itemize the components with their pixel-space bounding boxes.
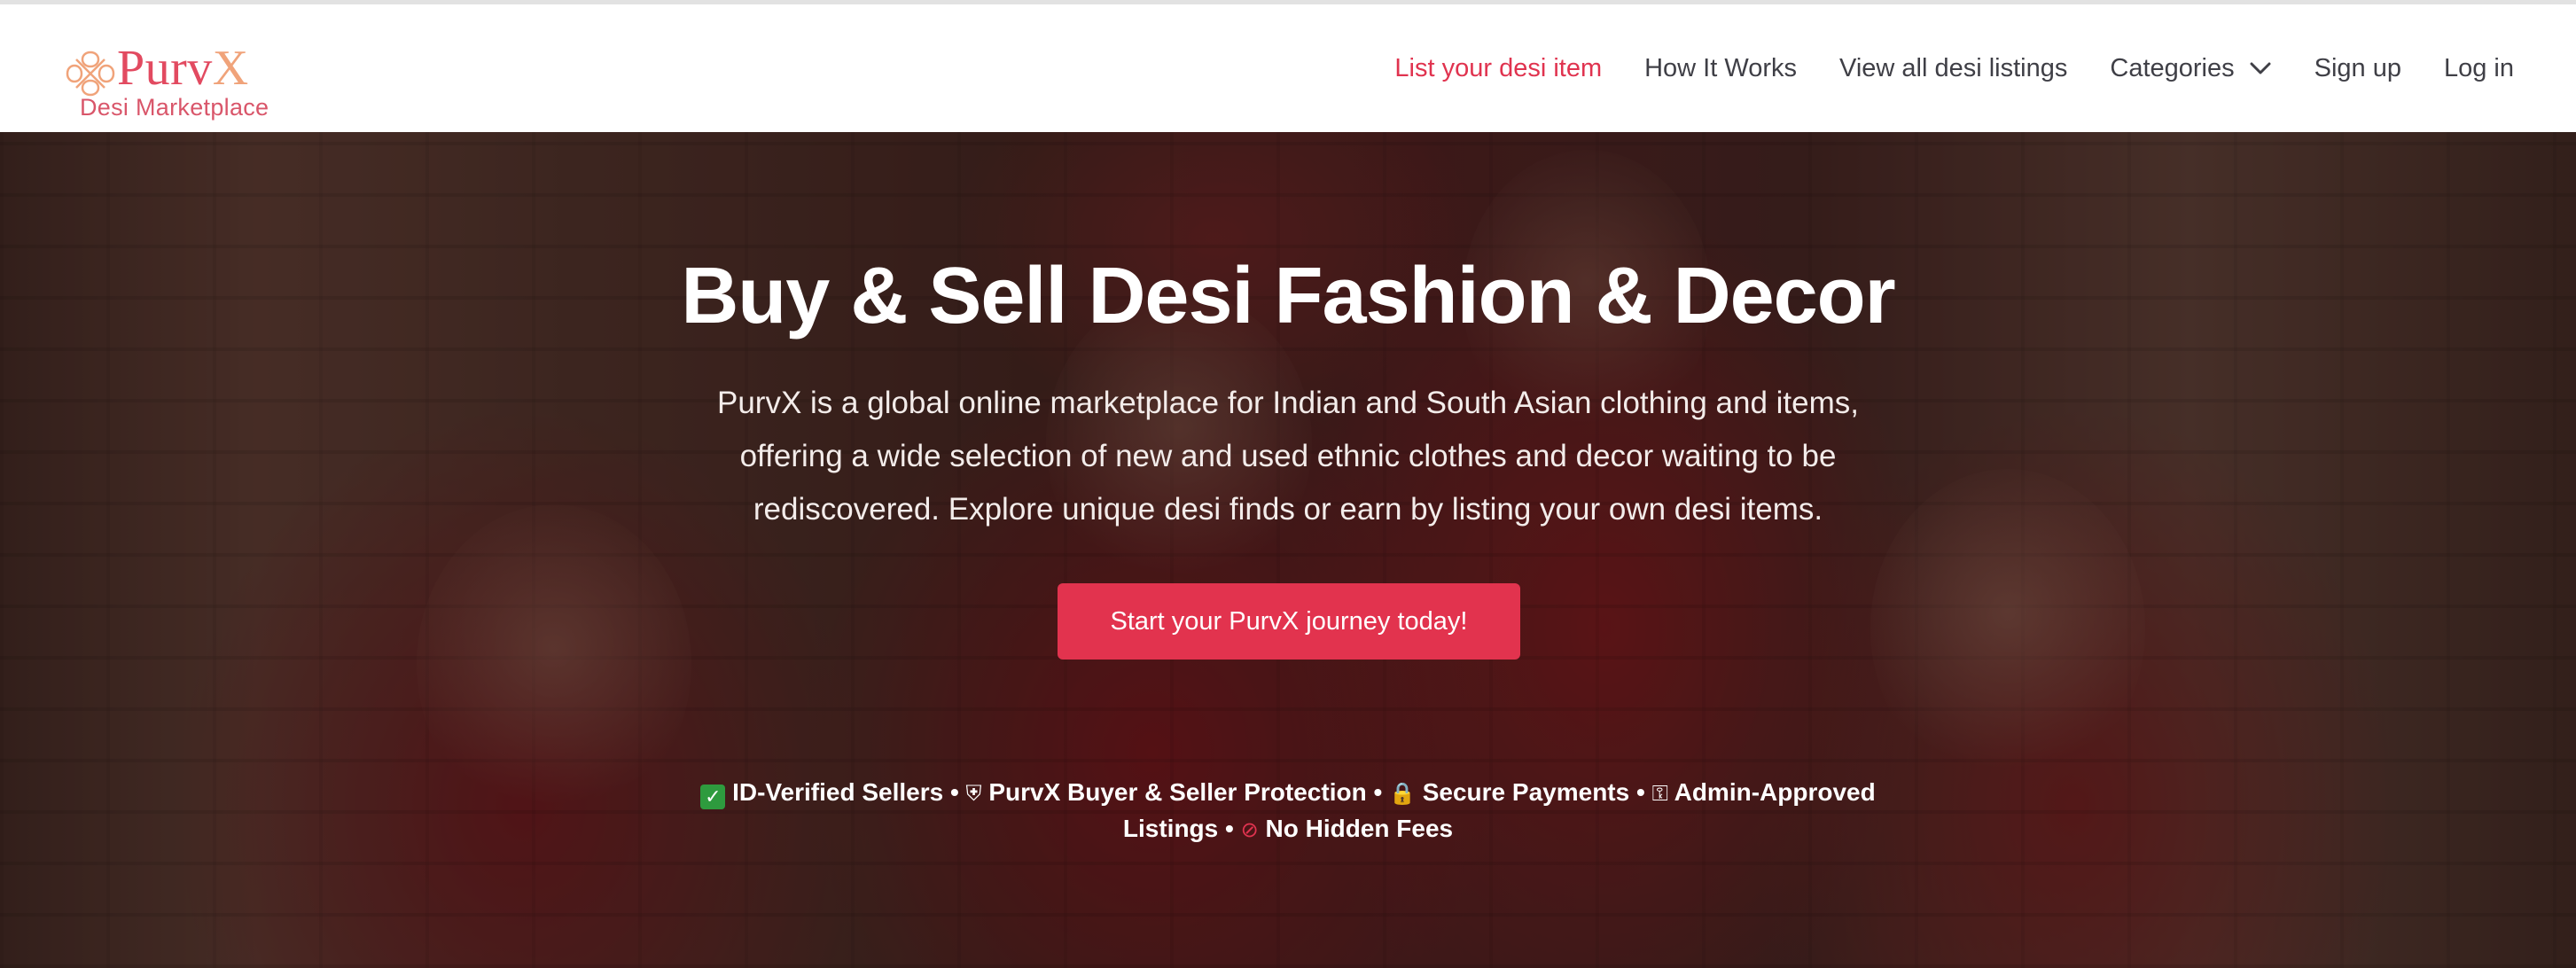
hero-title: Buy & Sell Desi Fashion & Decor xyxy=(681,252,1895,340)
logo[interactable]: PurvX Desi Marketplace xyxy=(62,24,293,120)
trust-badges: ✓ ID-Verified Sellers • ⛨ PurvX Buyer & … xyxy=(667,775,1909,847)
trust-fees: ⊘ No Hidden Fees xyxy=(1240,815,1454,842)
hero-content: Buy & Sell Desi Fashion & Decor PurvX is… xyxy=(0,132,2576,968)
trust-separator: • xyxy=(949,778,959,806)
shield-icon: ⛨ xyxy=(965,781,982,806)
logo-tagline: Desi Marketplace xyxy=(80,94,269,121)
knot-icon xyxy=(66,51,115,97)
nav-sign-up-link[interactable]: Sign up xyxy=(2314,54,2401,83)
trust-protection: ⛨ PurvX Buyer & Seller Protection xyxy=(965,778,1367,806)
navbar: PurvX Desi Marketplace List your desi it… xyxy=(0,4,2576,132)
key-icon: ⚿ xyxy=(1651,781,1668,806)
logo-wordmark: PurvX xyxy=(117,41,249,96)
nav-log-in-link[interactable]: Log in xyxy=(2444,54,2514,83)
nav-list-item-link[interactable]: List your desi item xyxy=(1394,54,1602,83)
chevron-down-icon xyxy=(2250,62,2271,74)
trust-separator: • xyxy=(1373,778,1383,806)
hero-section: Buy & Sell Desi Fashion & Decor PurvX is… xyxy=(0,132,2576,968)
prohibited-icon: ⊘ xyxy=(1240,817,1259,842)
trust-verified: ✓ ID-Verified Sellers xyxy=(700,778,943,809)
lock-icon: 🔒 xyxy=(1389,781,1416,806)
trust-payments: 🔒 Secure Payments xyxy=(1389,778,1630,806)
start-journey-button[interactable]: Start your PurvX journey today! xyxy=(1058,583,1520,660)
nav-how-it-works-link[interactable]: How It Works xyxy=(1644,54,1797,83)
trust-separator: • xyxy=(1225,815,1234,842)
nav-categories-dropdown[interactable]: Categories xyxy=(2110,54,2271,83)
hero-description: PurvX is a global online marketplace for… xyxy=(717,386,1859,527)
trust-separator: • xyxy=(1635,778,1645,806)
nav-categories-label: Categories xyxy=(2110,53,2235,82)
check-box-icon: ✓ xyxy=(700,785,726,809)
nav-view-all-link[interactable]: View all desi listings xyxy=(1839,54,2067,83)
main-nav: List your desi item How It Works View al… xyxy=(1352,4,2514,132)
